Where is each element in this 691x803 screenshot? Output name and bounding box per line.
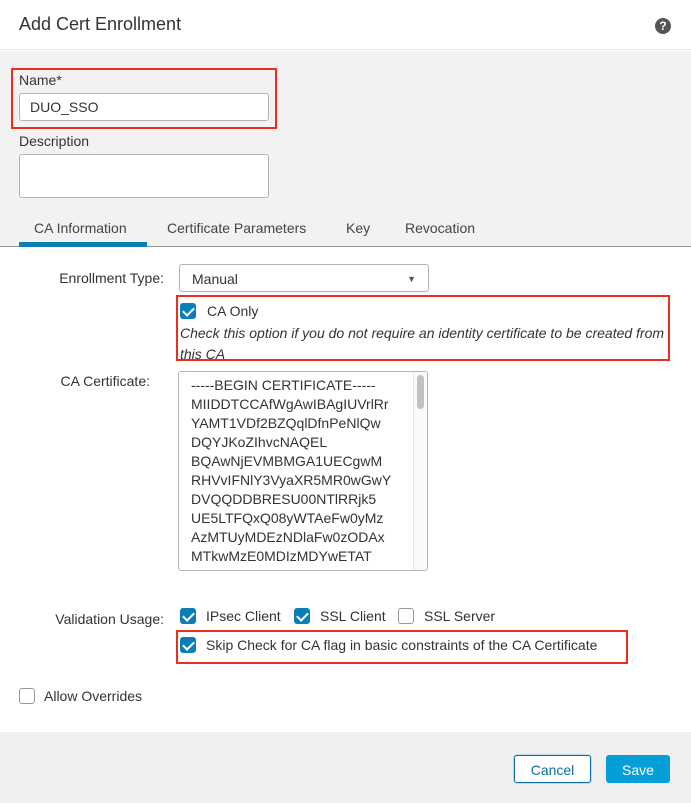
dialog-title: Add Cert Enrollment bbox=[19, 14, 182, 34]
cancel-button[interactable]: Cancel bbox=[514, 755, 591, 783]
ipsec-client-checkbox[interactable] bbox=[180, 608, 196, 624]
ssl-server-checkbox[interactable] bbox=[398, 608, 414, 624]
tab-key[interactable]: Key bbox=[346, 220, 370, 236]
name-input[interactable] bbox=[19, 93, 269, 121]
allow-overrides-checkbox[interactable] bbox=[19, 688, 35, 704]
cert-line: MTkwMzE0MDIzMDYwETAT bbox=[191, 548, 372, 564]
ca-only-label: CA Only bbox=[207, 303, 259, 319]
cert-line: AzMTUyMDEzNDlaFw0zODAx bbox=[191, 529, 385, 545]
active-tab-indicator bbox=[19, 242, 147, 247]
scrollbar-thumb[interactable] bbox=[417, 375, 424, 409]
help-icon[interactable]: ? bbox=[655, 18, 671, 34]
skip-check-checkbox[interactable] bbox=[180, 637, 196, 653]
ssl-client-label: SSL Client bbox=[320, 608, 386, 624]
enrollment-type-label: Enrollment Type: bbox=[59, 270, 164, 286]
scrollbar-track[interactable] bbox=[413, 372, 427, 570]
enrollment-type-value: Manual bbox=[192, 271, 238, 287]
cert-line: MIIDDTCCAfWgAwIBAgIUVrlRr bbox=[191, 396, 389, 412]
ipsec-client-label: IPsec Client bbox=[206, 608, 281, 624]
cert-line: DVQQDDBRESU00NTlRRjk5 bbox=[191, 491, 377, 507]
cert-line: BQAwNjEVMBMGA1UECgwM bbox=[191, 453, 383, 469]
enrollment-type-select[interactable]: Manual ▼ bbox=[179, 264, 429, 292]
cert-line: YAMT1VDf2BZQqlDfnPeNlQw bbox=[191, 415, 381, 431]
dropdown-caret-icon: ▼ bbox=[407, 274, 416, 284]
ca-certificate-content: -----BEGIN CERTIFICATE----- MIIDDTCCAfWg… bbox=[191, 376, 413, 566]
ca-certificate-label: CA Certificate: bbox=[60, 373, 150, 389]
tab-revocation[interactable]: Revocation bbox=[405, 220, 475, 236]
name-label: Name* bbox=[19, 72, 62, 88]
ca-only-hint: Check this option if you do not require … bbox=[180, 325, 665, 362]
ca-certificate-textarea[interactable]: -----BEGIN CERTIFICATE----- MIIDDTCCAfWg… bbox=[178, 371, 428, 571]
ssl-client-checkbox[interactable] bbox=[294, 608, 310, 624]
cert-line: RHVvIFNlY3VyaXR5MR0wGwY bbox=[191, 472, 392, 488]
description-input[interactable] bbox=[19, 154, 269, 198]
cert-line: -----BEGIN CERTIFICATE----- bbox=[191, 377, 376, 393]
validation-usage-label: Validation Usage: bbox=[55, 611, 164, 627]
ssl-server-label: SSL Server bbox=[424, 608, 496, 624]
description-label: Description bbox=[19, 133, 90, 149]
tab-ca-information[interactable]: CA Information bbox=[34, 220, 127, 236]
cert-line: DQYJKoZIhvcNAQEL bbox=[191, 434, 328, 450]
tab-certificate-parameters[interactable]: Certificate Parameters bbox=[167, 220, 306, 236]
dialog-header: Add Cert Enrollment ? bbox=[0, 0, 691, 50]
save-button[interactable]: Save bbox=[606, 755, 670, 783]
skip-check-label: Skip Check for CA flag in basic constrai… bbox=[206, 637, 598, 653]
allow-overrides-label: Allow Overrides bbox=[44, 688, 143, 704]
ca-only-checkbox[interactable] bbox=[180, 303, 196, 319]
cert-line: UE5LTFQxQ08yWTAeFw0yMz bbox=[191, 510, 384, 526]
